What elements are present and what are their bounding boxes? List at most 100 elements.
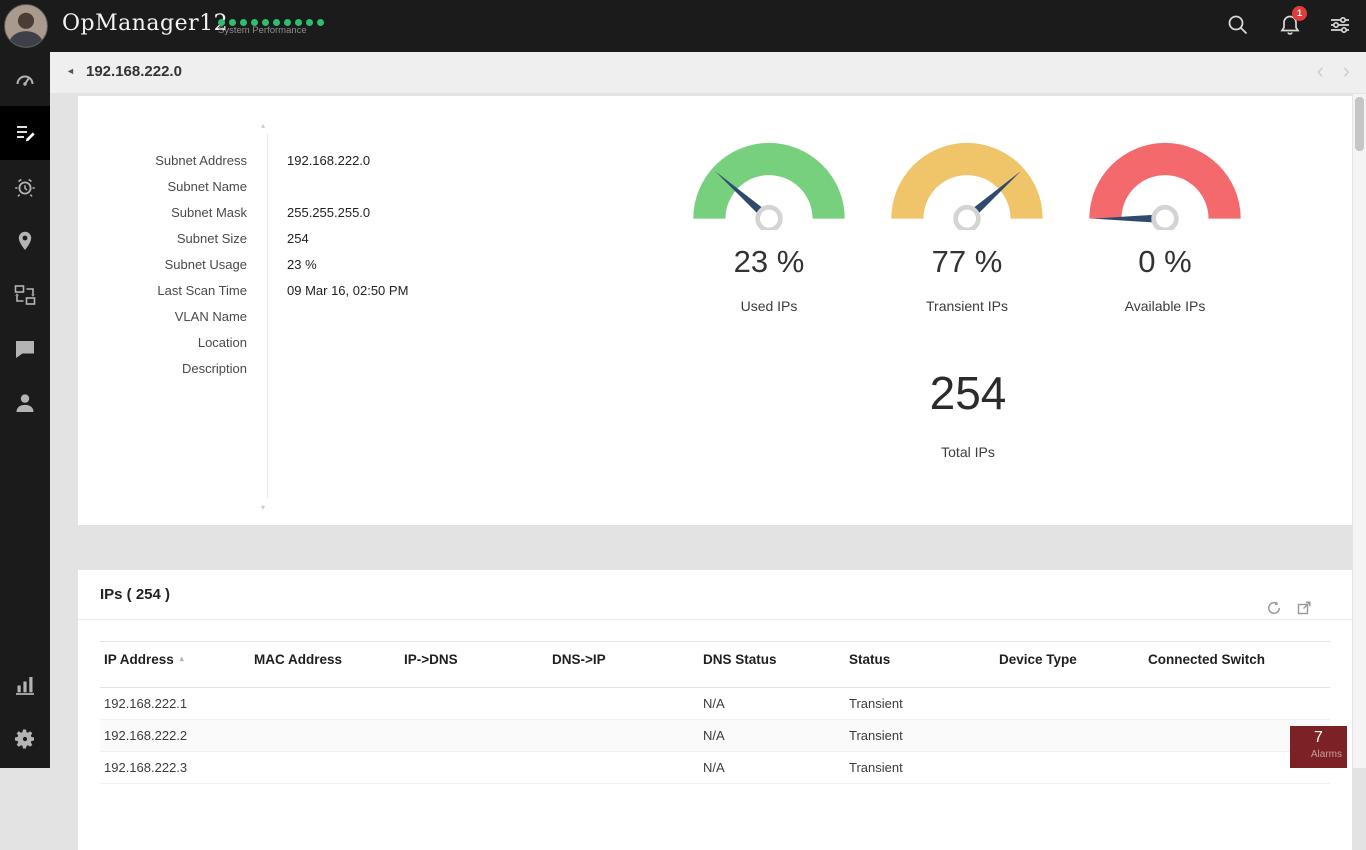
cell-mac-address bbox=[250, 719, 400, 752]
alarms-count: 7 bbox=[1314, 729, 1323, 746]
scroll-up-icon: ▴ bbox=[261, 121, 266, 130]
detail-row: Description bbox=[78, 356, 408, 382]
virtualization-icon bbox=[14, 285, 36, 305]
alarms-clock-icon bbox=[15, 178, 35, 197]
cell-dns-status: N/A bbox=[699, 719, 845, 752]
cell-device-type bbox=[995, 719, 1144, 752]
next-page-icon[interactable]: › bbox=[1343, 58, 1350, 84]
cell-device-type bbox=[995, 687, 1144, 720]
details-separator bbox=[267, 134, 268, 498]
detail-row: Subnet Name bbox=[78, 174, 408, 200]
cell-ip-address: 192.168.222.2 bbox=[100, 719, 250, 752]
cell-connected-switch bbox=[1144, 687, 1330, 720]
app-title: OpManager12 bbox=[62, 11, 229, 36]
system-performance-indicator: System Performance bbox=[218, 13, 328, 36]
ip-row[interactable]: 192.168.222.1 N/A Transient bbox=[100, 687, 1330, 720]
col-header-status[interactable]: Status bbox=[845, 641, 995, 688]
detail-value: 255.255.255.0 bbox=[287, 205, 371, 220]
vertical-scrollbar[interactable] bbox=[1352, 94, 1366, 768]
cell-status: Transient bbox=[845, 687, 995, 720]
notifications-bell-icon[interactable]: 1 bbox=[1278, 6, 1307, 39]
col-header-dns-ip[interactable]: DNS->IP bbox=[548, 641, 699, 688]
detail-row: Last Scan Time 09 Mar 16, 02:50 PM bbox=[78, 278, 408, 304]
breadcrumb-bar: ◄ 192.168.222.0 ‹ › bbox=[50, 52, 1366, 94]
ip-row[interactable]: 192.168.222.2 N/A Transient bbox=[100, 719, 1330, 752]
subnet-details: Subnet Address 192.168.222.0 Subnet Name Su… bbox=[78, 148, 408, 382]
location-pin-icon bbox=[18, 231, 32, 250]
gauge-used-ips: 23 % Used IPs bbox=[670, 124, 868, 314]
detail-label: Subnet Size bbox=[176, 231, 247, 246]
detail-value: 23 % bbox=[287, 257, 317, 272]
cell-ip-address: 192.168.222.1 bbox=[100, 687, 250, 720]
cell-dns-ip bbox=[548, 687, 699, 720]
cell-dns-ip bbox=[548, 719, 699, 752]
gauge-value: 77 % bbox=[931, 244, 1003, 279]
sidebar-item-virtualization[interactable] bbox=[0, 268, 50, 322]
ips-panel-header: IPs ( 254 ) bbox=[78, 570, 1352, 620]
detail-row: Subnet Mask 255.255.255.0 bbox=[78, 200, 408, 226]
total-ips: 254 Total IPs bbox=[770, 364, 1166, 460]
popout-icon[interactable] bbox=[1296, 587, 1312, 615]
gauge-value: 0 % bbox=[1138, 244, 1192, 279]
sidebar-item-location-pin[interactable] bbox=[0, 214, 50, 268]
col-header-dns-status[interactable]: DNS Status bbox=[699, 641, 845, 688]
cell-ip-dns bbox=[400, 687, 548, 720]
gauges-row: 23 % Used IPs 77 % Transient IPs 0 % Availabl… bbox=[670, 124, 1264, 314]
col-header-device-type[interactable]: Device Type bbox=[995, 641, 1144, 688]
gauge-transient-ips: 77 % Transient IPs bbox=[868, 124, 1066, 314]
prev-page-icon[interactable]: ‹ bbox=[1317, 58, 1324, 84]
ips-card: IPs ( 254 ) IP Address ▴ MAC Address IP->DN… bbox=[78, 570, 1352, 850]
detail-value: 09 Mar 16, 02:50 PM bbox=[287, 283, 409, 298]
top-bar: OpManager12 System Performance 1 bbox=[0, 0, 1366, 52]
settings-sliders-icon[interactable] bbox=[1328, 13, 1354, 39]
breadcrumb-current: 192.168.222.0 bbox=[86, 63, 182, 80]
status-dot bbox=[317, 19, 324, 26]
detail-label: Subnet Address bbox=[155, 153, 247, 168]
total-ips-value: 254 bbox=[929, 367, 1007, 419]
user-avatar[interactable] bbox=[4, 4, 48, 48]
ips-panel-title: IPs ( 254 ) bbox=[100, 586, 171, 603]
scrollbar-thumb[interactable] bbox=[1355, 97, 1364, 151]
detail-label: Subnet Name bbox=[167, 179, 248, 194]
sidebar-item-inventory-list[interactable] bbox=[0, 106, 50, 160]
gauge-available-ips: 0 % Available IPs bbox=[1066, 124, 1264, 314]
alarms-label: Alarms bbox=[1310, 749, 1342, 760]
search-icon[interactable] bbox=[1226, 13, 1252, 39]
sidebar-item-user[interactable] bbox=[0, 376, 50, 430]
cell-dns-status: N/A bbox=[699, 687, 845, 720]
chat-bubble-icon bbox=[16, 341, 34, 358]
gauge-value: 23 % bbox=[733, 244, 805, 279]
back-arrow-icon[interactable]: ◄ bbox=[66, 66, 75, 76]
cell-ip-dns bbox=[400, 719, 548, 752]
user-icon bbox=[16, 394, 34, 412]
detail-row: Subnet Size 254 bbox=[78, 226, 408, 252]
gauge-arc bbox=[693, 142, 845, 230]
detail-value: 254 bbox=[287, 231, 309, 246]
gauge-label: Transient IPs bbox=[926, 298, 1008, 314]
col-header-ip-dns[interactable]: IP->DNS bbox=[400, 641, 548, 688]
ips-table: IP Address ▴ MAC Address IP->DNS DNS->IP DNS … bbox=[100, 641, 1330, 784]
gauge-arc bbox=[1089, 142, 1241, 230]
status-dot bbox=[306, 19, 313, 26]
sidebar-item-dashboard-gauge[interactable] bbox=[0, 52, 50, 106]
sidebar-item-settings-gear[interactable] bbox=[0, 712, 50, 766]
avatar-photo bbox=[5, 5, 47, 47]
alarms-badge[interactable]: 7 Alarms bbox=[1290, 726, 1347, 768]
status-dots bbox=[218, 13, 328, 26]
gauge-arc bbox=[891, 142, 1043, 230]
detail-label: Subnet Mask bbox=[171, 205, 247, 220]
col-header-mac-address[interactable]: MAC Address bbox=[250, 641, 400, 688]
col-header-ip-address[interactable]: IP Address ▴ bbox=[100, 641, 250, 688]
notification-badge: 1 bbox=[1292, 6, 1307, 21]
detail-value: 192.168.222.0 bbox=[287, 153, 371, 168]
refresh-icon[interactable] bbox=[1266, 587, 1282, 614]
cell-mac-address bbox=[250, 687, 400, 720]
sidebar-item-alarms-clock[interactable] bbox=[0, 160, 50, 214]
col-header-connected-switch[interactable]: Connected Switch bbox=[1144, 641, 1330, 688]
detail-label: Location bbox=[197, 335, 247, 350]
sidebar-item-chat-bubble[interactable] bbox=[0, 322, 50, 376]
sidebar-item-reports-chart[interactable] bbox=[0, 658, 50, 712]
detail-label: VLAN Name bbox=[174, 309, 247, 324]
status-label: System Performance bbox=[218, 25, 307, 36]
sort-asc-icon[interactable]: ▴ bbox=[180, 654, 184, 663]
